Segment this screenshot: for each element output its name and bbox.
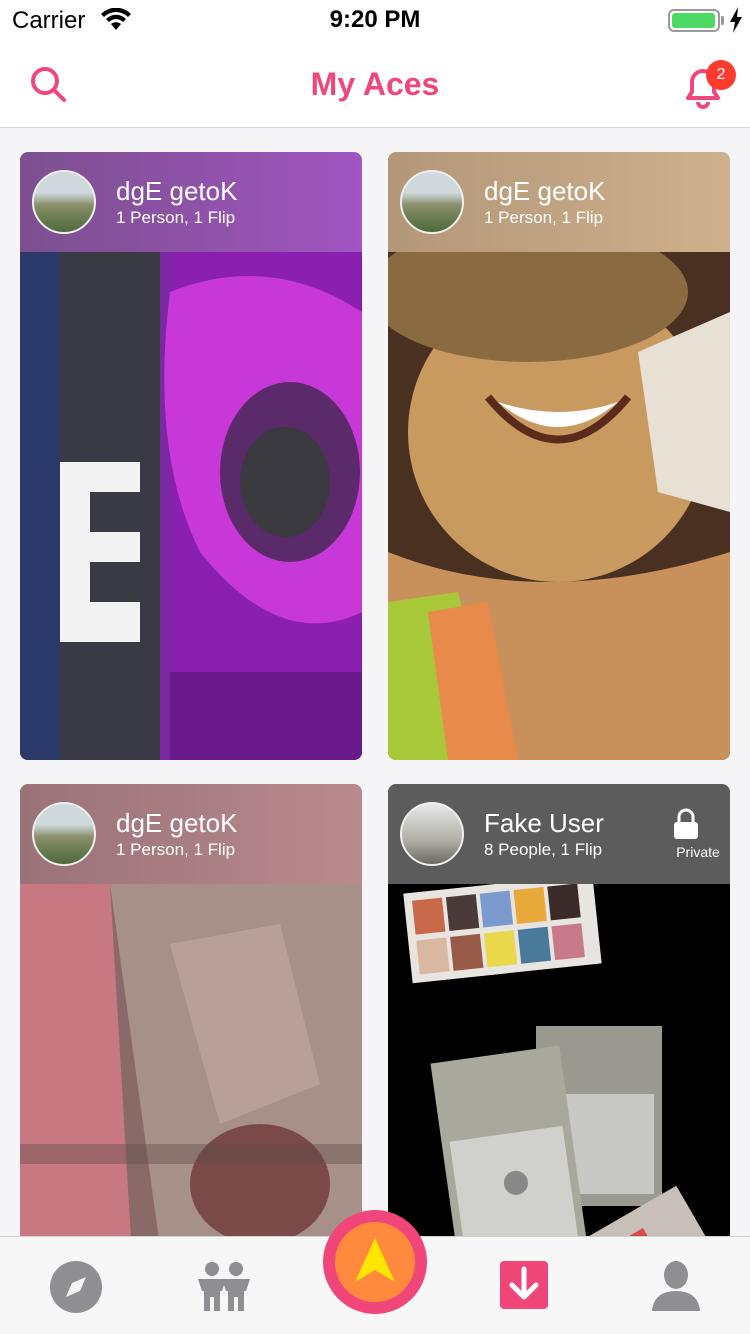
card-image (20, 884, 362, 1236)
ace-icon (355, 1238, 395, 1282)
card-subtitle: 1 Person, 1 Flip (116, 208, 236, 227)
download-icon[interactable] (494, 1255, 554, 1315)
profile-icon[interactable] (646, 1257, 706, 1317)
people-icon[interactable] (194, 1257, 254, 1317)
private-label: Private (676, 844, 720, 860)
card-image (388, 252, 730, 760)
status-time: 9:20 PM (329, 6, 421, 33)
card-header: Fake User 8 People, 1 Flip Private (388, 784, 730, 884)
card-subtitle: 1 Person, 1 Flip (116, 840, 236, 859)
status-bar: Carrier 9:20 PM (0, 0, 750, 40)
avatar (32, 170, 96, 234)
compass-icon[interactable] (46, 1257, 106, 1317)
page-title: My Aces (310, 66, 440, 102)
battery-icon (668, 9, 720, 32)
avatar (400, 802, 464, 866)
ace-card[interactable]: dgE getoK 1 Person, 1 Flip (20, 152, 362, 760)
ace-card[interactable]: dgE getoK 1 Person, 1 Flip (20, 784, 362, 1236)
avatar (400, 170, 464, 234)
aces-grid: dgE getoK 1 Person, 1 Flip dgE getoK 1 P… (0, 128, 750, 1236)
ace-button[interactable] (323, 1210, 427, 1314)
card-subtitle: 8 People, 1 Flip (484, 840, 603, 859)
charging-icon (730, 7, 742, 33)
ace-card[interactable]: Fake User 8 People, 1 Flip Private (388, 784, 730, 1236)
card-header: dgE getoK 1 Person, 1 Flip (20, 784, 362, 884)
card-subtitle: 1 Person, 1 Flip (484, 208, 604, 227)
card-header: dgE getoK 1 Person, 1 Flip (388, 152, 730, 252)
card-name: dgE getoK (116, 808, 238, 838)
avatar (32, 802, 96, 866)
card-name: dgE getoK (116, 176, 238, 206)
card-name: Fake User (484, 808, 604, 838)
card-image (388, 884, 730, 1236)
card-image (20, 252, 362, 760)
battery-tip (721, 16, 724, 25)
nav-bar: My Aces 2 (0, 40, 750, 128)
card-name: dgE getoK (484, 176, 606, 206)
lock-icon (674, 808, 698, 839)
ace-card[interactable]: dgE getoK 1 Person, 1 Flip (388, 152, 730, 760)
notification-badge: 2 (706, 60, 736, 90)
ace-button-inner (335, 1222, 415, 1302)
card-header: dgE getoK 1 Person, 1 Flip (20, 152, 362, 252)
